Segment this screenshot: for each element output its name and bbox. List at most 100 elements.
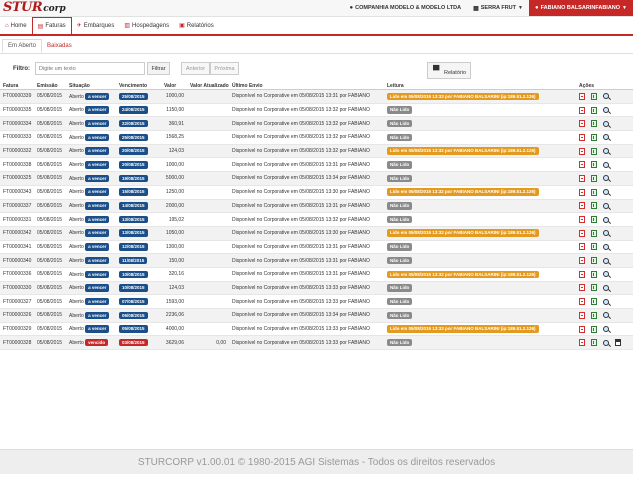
excel-icon[interactable] (591, 229, 597, 237)
magnifier-icon[interactable] (603, 175, 609, 182)
magnifier-icon[interactable] (603, 161, 609, 168)
table-row[interactable]: FT00000332 05/08/2015 Aberto a vencer 20/08… (0, 144, 633, 159)
nav-home[interactable]: ⌂ Home (0, 17, 32, 34)
magnifier-icon[interactable] (603, 230, 609, 237)
excel-icon[interactable] (591, 133, 597, 141)
magnifier-icon[interactable] (603, 271, 609, 278)
table-row[interactable]: FT00000341 05/08/2015 Aberto a vencer 12/08… (0, 240, 633, 255)
pdf-icon[interactable] (579, 133, 585, 141)
sturcorp-logo[interactable]: STUR corp (3, 1, 66, 15)
magnifier-icon[interactable] (603, 339, 609, 346)
excel-icon[interactable] (591, 92, 597, 100)
excel-icon[interactable] (591, 270, 597, 278)
magnifier-icon[interactable] (603, 216, 609, 223)
pdf-icon[interactable] (579, 202, 585, 210)
magnifier-icon[interactable] (603, 312, 609, 319)
unit-selector[interactable]: ▦ SERRA FRUT ▼ (467, 0, 529, 16)
excel-icon[interactable] (591, 147, 597, 155)
table-row[interactable]: FT00000334 05/08/2015 Aberto a vencer 22/08… (0, 116, 633, 132)
excel-icon[interactable] (591, 188, 597, 196)
pdf-icon[interactable] (579, 270, 585, 278)
nav-hospedagens[interactable]: ▥ Hospedagens (119, 17, 174, 34)
table-row[interactable]: FT00000327 05/08/2015 Aberto a vencer 07/08… (0, 294, 633, 309)
table-row[interactable]: FT00000333 05/08/2015 Aberto a vencer 25/08… (0, 130, 633, 145)
magnifier-icon[interactable] (603, 298, 609, 305)
table-row[interactable]: FT00000339 05/08/2015 Aberto a vencer 25/08… (0, 89, 633, 104)
table-row[interactable]: FT00000343 05/08/2015 Aberto a vencer 15/08… (0, 185, 633, 200)
nav-embarques[interactable]: ✈ Embarques (72, 17, 120, 34)
pdf-icon[interactable] (579, 147, 585, 155)
pdf-icon[interactable] (579, 284, 585, 292)
table-row[interactable]: FT00000338 05/08/2015 Aberto a vencer 20/08… (0, 157, 633, 173)
col-leitura[interactable]: Leitura (384, 82, 576, 90)
report-button[interactable]: ▀ Relatório (427, 62, 471, 79)
col-vencimento[interactable]: Vencimento (116, 82, 161, 90)
magnifier-icon[interactable] (603, 148, 609, 155)
excel-icon[interactable] (591, 174, 597, 182)
table-row[interactable]: FT00000326 05/08/2015 Aberto a vencer 06/08… (0, 308, 633, 323)
table-row[interactable]: FT00000336 05/08/2015 Aberto a vencer 10/08… (0, 267, 633, 282)
excel-icon[interactable] (591, 311, 597, 319)
prev-page-button[interactable]: Anterior (181, 62, 210, 75)
filter-button[interactable]: Filtrar (147, 62, 170, 75)
calendar-icon[interactable] (615, 339, 621, 347)
pdf-icon[interactable] (579, 257, 585, 265)
excel-icon[interactable] (591, 120, 597, 128)
nav-relatorios[interactable]: ▣ Relatórios (174, 17, 219, 34)
pdf-icon[interactable] (579, 298, 585, 306)
table-row[interactable]: FT00000328 05/08/2015 Aberto vencido 03/08/… (0, 335, 633, 351)
col-emissao[interactable]: Emissão (34, 82, 66, 90)
excel-icon[interactable] (591, 298, 597, 306)
table-row[interactable]: FT00000331 05/08/2015 Aberto a vencer 13/08… (0, 212, 633, 227)
excel-icon[interactable] (591, 339, 597, 347)
table-row[interactable]: FT00000340 05/08/2015 Aberto a vencer 11/08… (0, 253, 633, 268)
magnifier-icon[interactable] (603, 189, 609, 196)
tab-em-aberto[interactable]: Em Aberto (2, 39, 43, 53)
table-row[interactable]: FT00000329 05/08/2015 Aberto a vencer 05/08… (0, 322, 633, 337)
pdf-icon[interactable] (579, 229, 585, 237)
pdf-icon[interactable] (579, 188, 585, 196)
col-valor[interactable]: Valor (161, 82, 187, 90)
user-menu[interactable]: ● FABIANO BALSARINFABIANO ▼ (528, 0, 633, 16)
col-fatura[interactable]: Fatura (0, 82, 34, 90)
magnifier-icon[interactable] (603, 257, 609, 264)
pdf-icon[interactable] (579, 216, 585, 224)
excel-icon[interactable] (591, 106, 597, 114)
excel-icon[interactable] (591, 284, 597, 292)
col-valor-atualizado[interactable]: Valor Atualizado (187, 82, 229, 90)
pdf-icon[interactable] (579, 325, 585, 333)
excel-icon[interactable] (591, 325, 597, 333)
excel-icon[interactable] (591, 202, 597, 210)
excel-icon[interactable] (591, 216, 597, 224)
magnifier-icon[interactable] (603, 202, 609, 209)
tab-baixadas[interactable]: Baixadas (42, 39, 77, 53)
magnifier-icon[interactable] (603, 326, 609, 333)
magnifier-icon[interactable] (603, 107, 609, 114)
magnifier-icon[interactable] (603, 134, 609, 141)
excel-icon[interactable] (591, 257, 597, 265)
nav-faturas[interactable]: ▤ Faturas (31, 17, 72, 34)
pdf-icon[interactable] (579, 161, 585, 169)
pdf-icon[interactable] (579, 92, 585, 100)
table-row[interactable]: FT00000337 05/08/2015 Aberto a vencer 14/08… (0, 199, 633, 214)
col-ultimo-envio[interactable]: Último Envio (229, 82, 384, 90)
table-row[interactable]: FT00000335 05/08/2015 Aberto a vencer 24/08… (0, 103, 633, 118)
table-row[interactable]: FT00000342 05/08/2015 Aberto a vencer 13/08… (0, 226, 633, 241)
excel-icon[interactable] (591, 161, 597, 169)
col-situacao[interactable]: Situação (66, 82, 116, 90)
pdf-icon[interactable] (579, 106, 585, 114)
magnifier-icon[interactable] (603, 243, 609, 250)
pdf-icon[interactable] (579, 120, 585, 128)
pdf-icon[interactable] (579, 311, 585, 319)
table-row[interactable]: FT00000330 05/08/2015 Aberto a vencer 10/08… (0, 281, 633, 296)
table-row[interactable]: FT00000325 05/08/2015 Aberto a vencer 19/08… (0, 171, 633, 186)
pdf-icon[interactable] (579, 243, 585, 251)
pdf-icon[interactable] (579, 339, 585, 347)
pdf-icon[interactable] (579, 174, 585, 182)
magnifier-icon[interactable] (603, 93, 609, 100)
magnifier-icon[interactable] (603, 284, 609, 291)
next-page-button[interactable]: Próxima (210, 62, 239, 75)
company-selector[interactable]: ● COMPANHIA MODELO & MODELO LTDA (344, 0, 468, 16)
magnifier-icon[interactable] (603, 120, 609, 127)
excel-icon[interactable] (591, 243, 597, 251)
